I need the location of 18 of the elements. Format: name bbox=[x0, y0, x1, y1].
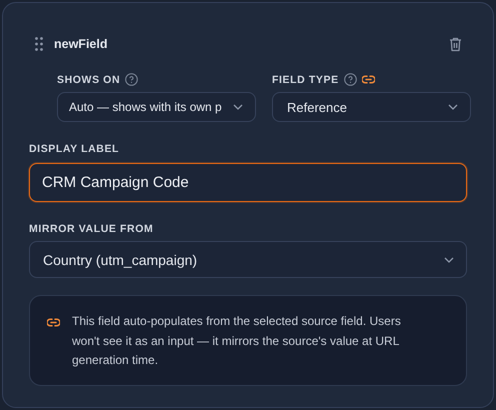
chevron-down-icon bbox=[233, 104, 243, 110]
delete-icon[interactable] bbox=[449, 36, 462, 52]
select-field[interactable]: Auto — shows with its own p bbox=[57, 92, 256, 122]
help-icon[interactable] bbox=[125, 73, 138, 86]
help-icon[interactable] bbox=[344, 73, 357, 86]
field-label: SHOWS ON bbox=[57, 74, 120, 86]
info-text: This field auto-populates from the selected source field. Users won't see it as an input — it mirrors the source's value at URL generation time. bbox=[72, 313, 402, 369]
field-label: MIRROR VALUE FROM bbox=[29, 222, 154, 234]
field-name: newField bbox=[54, 37, 108, 51]
link-icon bbox=[47, 318, 60, 327]
select-field[interactable]: Country (utm_campaign) bbox=[29, 241, 467, 278]
select-field[interactable]: Reference bbox=[272, 92, 471, 122]
chevron-down-icon bbox=[448, 104, 458, 110]
field-label: DISPLAY LABEL bbox=[29, 142, 120, 154]
drag-handle-icon[interactable] bbox=[35, 37, 43, 51]
field-label: FIELD TYPE bbox=[272, 74, 339, 86]
input-field[interactable]: CRM Campaign Code bbox=[29, 163, 467, 202]
chevron-down-icon bbox=[444, 256, 454, 262]
